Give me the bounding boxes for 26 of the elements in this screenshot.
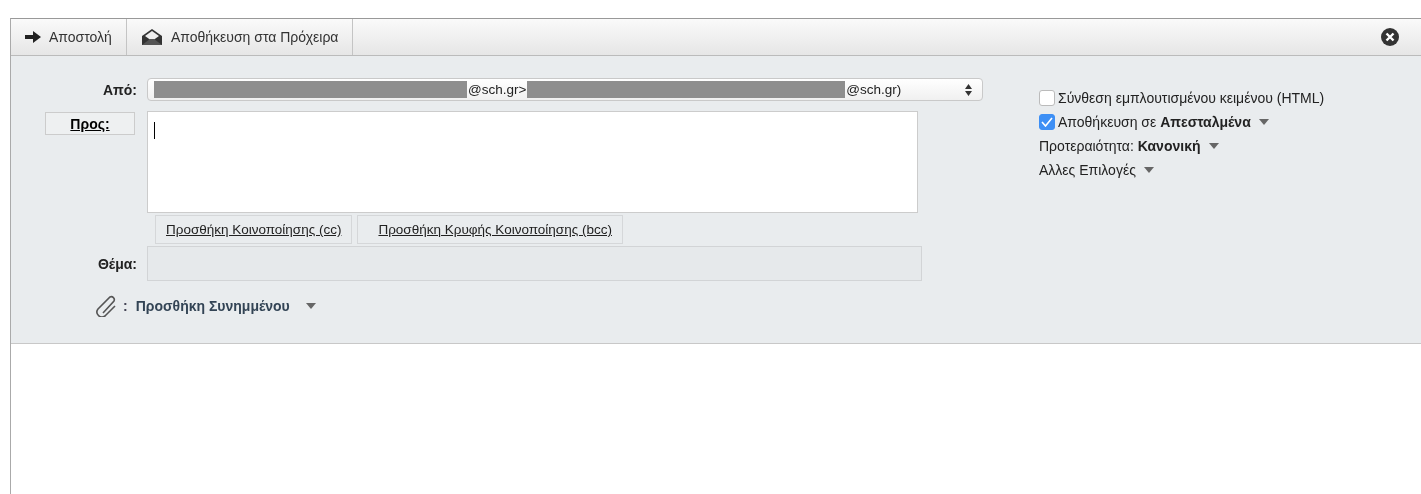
subject-field[interactable] [147,246,922,281]
separator-colon: : [123,298,128,314]
add-attachment-button[interactable]: Προσθήκη Συνημμένου [131,298,320,314]
close-icon[interactable] [1381,28,1399,46]
paperclip-icon [95,295,119,317]
options-menu[interactable]: Αλλες Επιλογές [1039,162,1136,178]
checkbox[interactable] [1039,90,1055,106]
subject-label: Θέμα: [97,255,137,272]
caret-icon[interactable] [1143,167,1154,173]
add-recipient-link[interactable]: Προσθήκη Κρυφής Κοινοποίησης (bcc) [357,215,623,244]
add-recipient-link[interactable]: Προσθήκη Κοινοποίησης (cc) [155,215,353,244]
caret-icon[interactable] [1258,119,1269,125]
options-menu[interactable]: Προτεραιότητα: Κανονική [1039,138,1201,154]
to-button[interactable]: Προς: [45,112,135,135]
from-label: Από: [102,81,137,98]
recipient-field[interactable] [147,111,918,213]
caret-icon[interactable] [1208,143,1219,149]
from-select[interactable]: @sch.gr> @sch.gr) [147,78,983,101]
checkbox-label: Σύνθεση εμπλουτισμένου κειμένου (HTML) [1058,90,1325,106]
envelope-icon [140,28,163,46]
arrow-icon [25,31,41,43]
checkbox[interactable] [1039,114,1055,130]
toolbar-button[interactable]: Αποθήκευση στα Πρόχειρα [126,19,354,55]
checkbox-label: Αποθήκευση σε Απεσταλμένα [1058,114,1251,130]
stepper-icon [965,83,972,96]
toolbar-button[interactable]: Αποστολή [11,19,127,55]
